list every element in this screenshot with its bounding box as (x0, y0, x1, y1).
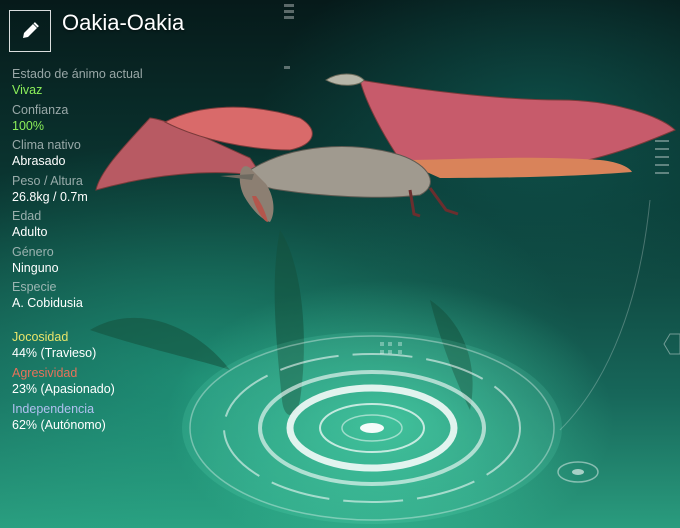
creature-traits: Jocosidad 44% (Travieso) Agresividad 23%… (12, 329, 232, 437)
trait-aggression: Agresividad 23% (Apasionado) (12, 365, 232, 401)
trait-value: 62% (Autónomo) (12, 418, 106, 432)
stat-label: Estado de ánimo actual (12, 67, 143, 81)
creature-stats: Estado de ánimo actual Vivaz Confianza 1… (12, 66, 232, 315)
trait-label: Independencia (12, 402, 95, 416)
stat-age: Edad Adulto (12, 208, 232, 244)
hologram-platform (182, 332, 599, 524)
creature-name: Oakia-Oakia (62, 10, 185, 35)
hex-marker-icon (663, 333, 680, 355)
stat-mood: Estado de ánimo actual Vivaz (12, 66, 232, 102)
trait-label: Agresividad (12, 366, 78, 380)
stat-value: Vivaz (12, 83, 43, 97)
trait-value: 44% (Travieso) (12, 346, 97, 360)
stat-gender: Género Ninguno (12, 244, 232, 280)
trait-label: Jocosidad (12, 330, 69, 344)
trait-playfulness: Jocosidad 44% (Travieso) (12, 329, 232, 365)
trait-value: 23% (Apasionado) (12, 382, 115, 396)
stat-value: Abrasado (12, 154, 66, 168)
stat-species: Especie A. Cobidusia (12, 279, 232, 315)
pencil-icon (23, 22, 39, 38)
stat-climate: Clima nativo Abrasado (12, 137, 232, 173)
stat-label: Especie (12, 280, 57, 294)
stat-label: Peso / Altura (12, 173, 83, 188)
stat-value: 26.8kg / 0.7m (12, 189, 88, 204)
stat-trust: Confianza 100% (12, 102, 232, 138)
trait-independence: Independencia 62% (Autónomo) (12, 401, 232, 437)
stat-label: Confianza (12, 102, 69, 117)
stat-value: Adulto (12, 225, 48, 239)
hud-arc (559, 199, 651, 431)
creature-right-wing (359, 79, 676, 169)
stat-value: A. Cobidusia (12, 296, 83, 310)
edit-name-button[interactable] (9, 10, 51, 52)
stat-value: Ninguno (12, 260, 59, 275)
stat-label: Género (12, 244, 54, 259)
stat-value: 100% (12, 118, 44, 133)
stat-weight-height: Peso / Altura 26.8kg / 0.7m (12, 173, 232, 209)
stat-label: Edad (12, 209, 42, 223)
stat-label: Clima nativo (12, 138, 81, 152)
